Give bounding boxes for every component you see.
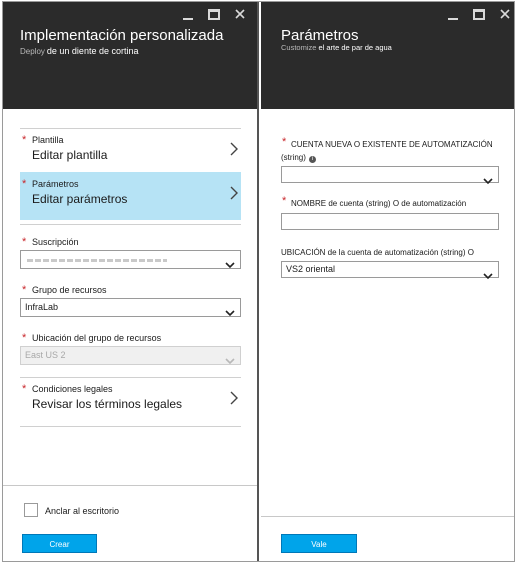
chevron-down-icon (225, 256, 235, 274)
automation-account-location-select[interactable]: VS2 oriental (281, 261, 499, 280)
subscription-field: * Suscripción (20, 236, 241, 272)
template-nav-item[interactable]: * Plantilla Editar plantilla (20, 128, 241, 176)
blade-subtitle: Deploy de un diente de cortina (20, 46, 138, 56)
portal-window: Implementación personalizada Deploy de un… (2, 1, 515, 562)
custom-deployment-blade: Implementación personalizada Deploy de un… (3, 2, 259, 561)
required-marker: * (22, 284, 27, 296)
subtitle-prefix: Deploy (20, 47, 45, 56)
divider (20, 426, 241, 427)
blade-body: * Plantilla Editar plantilla * Parámetro… (3, 109, 257, 561)
divider (20, 224, 241, 225)
maximize-icon[interactable] (472, 7, 486, 21)
chevron-down-icon (483, 267, 493, 285)
window-controls (446, 7, 512, 21)
required-marker: * (22, 236, 27, 248)
blade-title: Implementación personalizada (20, 27, 224, 44)
automation-account-location-field: UBICACIÓN de la cuenta de automatización… (281, 246, 501, 282)
footer-divider (261, 516, 514, 517)
chevron-right-icon (229, 141, 239, 162)
window-controls (181, 7, 247, 21)
blade-subtitle: Customize el arte de par de agua (281, 43, 392, 52)
ok-button[interactable]: Vale (281, 534, 357, 553)
nav-item-label: Plantilla (32, 135, 64, 145)
chevron-right-icon (229, 390, 239, 411)
required-marker: * (22, 178, 27, 190)
nav-item-value: Revisar los términos legales (32, 397, 183, 411)
blade-header: Parámetros Customize el arte de par de ag… (261, 2, 514, 109)
maximize-icon[interactable] (207, 7, 221, 21)
automation-account-name-input[interactable] (281, 213, 499, 230)
blade-title: Parámetros (281, 27, 359, 44)
automation-account-type-field: * CUENTA NUEVA O EXISTENTE DE AUTOMATIZA… (281, 136, 501, 185)
nav-item-value: Editar parámetros (32, 192, 128, 206)
automation-account-name-field: * NOMBRE de cuenta (string) O de automat… (281, 195, 501, 233)
subtitle-text: de un diente de cortina (46, 46, 139, 56)
automation-account-type-label: CUENTA NUEVA O EXISTENTE DE AUTOMATIZACI… (281, 138, 511, 164)
chevron-down-icon (225, 304, 235, 322)
parameters-blade: Parámetros Customize el arte de par de ag… (261, 2, 514, 561)
close-icon[interactable] (233, 7, 247, 21)
required-marker: * (22, 383, 27, 395)
resource-group-field: * Grupo de recursos InfraLab (20, 284, 241, 320)
legal-terms-nav-item[interactable]: * Condiciones legales Revisar los términ… (20, 377, 241, 425)
pin-label: Anclar al escritorio (45, 506, 120, 516)
subtitle-text: el arte de par de agua (318, 43, 392, 52)
blade-header: Implementación personalizada Deploy de un… (3, 2, 257, 109)
nav-item-value: Editar plantilla (32, 148, 108, 162)
pin-checkbox[interactable] (24, 503, 38, 517)
required-marker: * (22, 332, 27, 344)
blade-body: * CUENTA NUEVA O EXISTENTE DE AUTOMATIZA… (261, 109, 514, 561)
minimize-icon[interactable] (181, 7, 195, 21)
resource-group-location-select: East US 2 (20, 346, 241, 365)
resource-group-label: Grupo de recursos (32, 285, 107, 295)
automation-account-location-label: UBICACIÓN de la cuenta de automatización… (281, 248, 474, 257)
required-marker: * (22, 134, 27, 146)
automation-account-location-value: VS2 oriental (286, 264, 336, 274)
subtitle-prefix: Customize (281, 43, 317, 52)
resource-group-select[interactable]: InfraLab (20, 298, 241, 317)
resource-group-location-label: Ubicación del grupo de recursos (32, 333, 162, 343)
create-button[interactable]: Crear (22, 534, 97, 553)
redacted-value (27, 259, 167, 262)
subscription-select[interactable] (20, 250, 241, 269)
footer-divider (3, 485, 257, 486)
resource-group-value: InfraLab (25, 302, 59, 312)
nav-item-label: Parámetros (32, 179, 79, 189)
chevron-down-icon (225, 352, 235, 370)
info-icon[interactable]: i (308, 156, 316, 163)
close-icon[interactable] (498, 7, 512, 21)
parameters-nav-item[interactable]: * Parámetros Editar parámetros (20, 172, 241, 220)
chevron-down-icon (483, 172, 493, 190)
automation-account-name-label: NOMBRE de cuenta (string) O de automatiz… (291, 199, 467, 208)
chevron-right-icon (229, 185, 239, 206)
resource-group-location-field: * Ubicación del grupo de recursos East U… (20, 332, 241, 368)
subscription-label: Suscripción (32, 237, 79, 247)
minimize-icon[interactable] (446, 7, 460, 21)
nav-item-label: Condiciones legales (32, 384, 113, 394)
resource-group-location-value: East US 2 (25, 350, 66, 360)
automation-account-type-select[interactable] (281, 166, 499, 185)
